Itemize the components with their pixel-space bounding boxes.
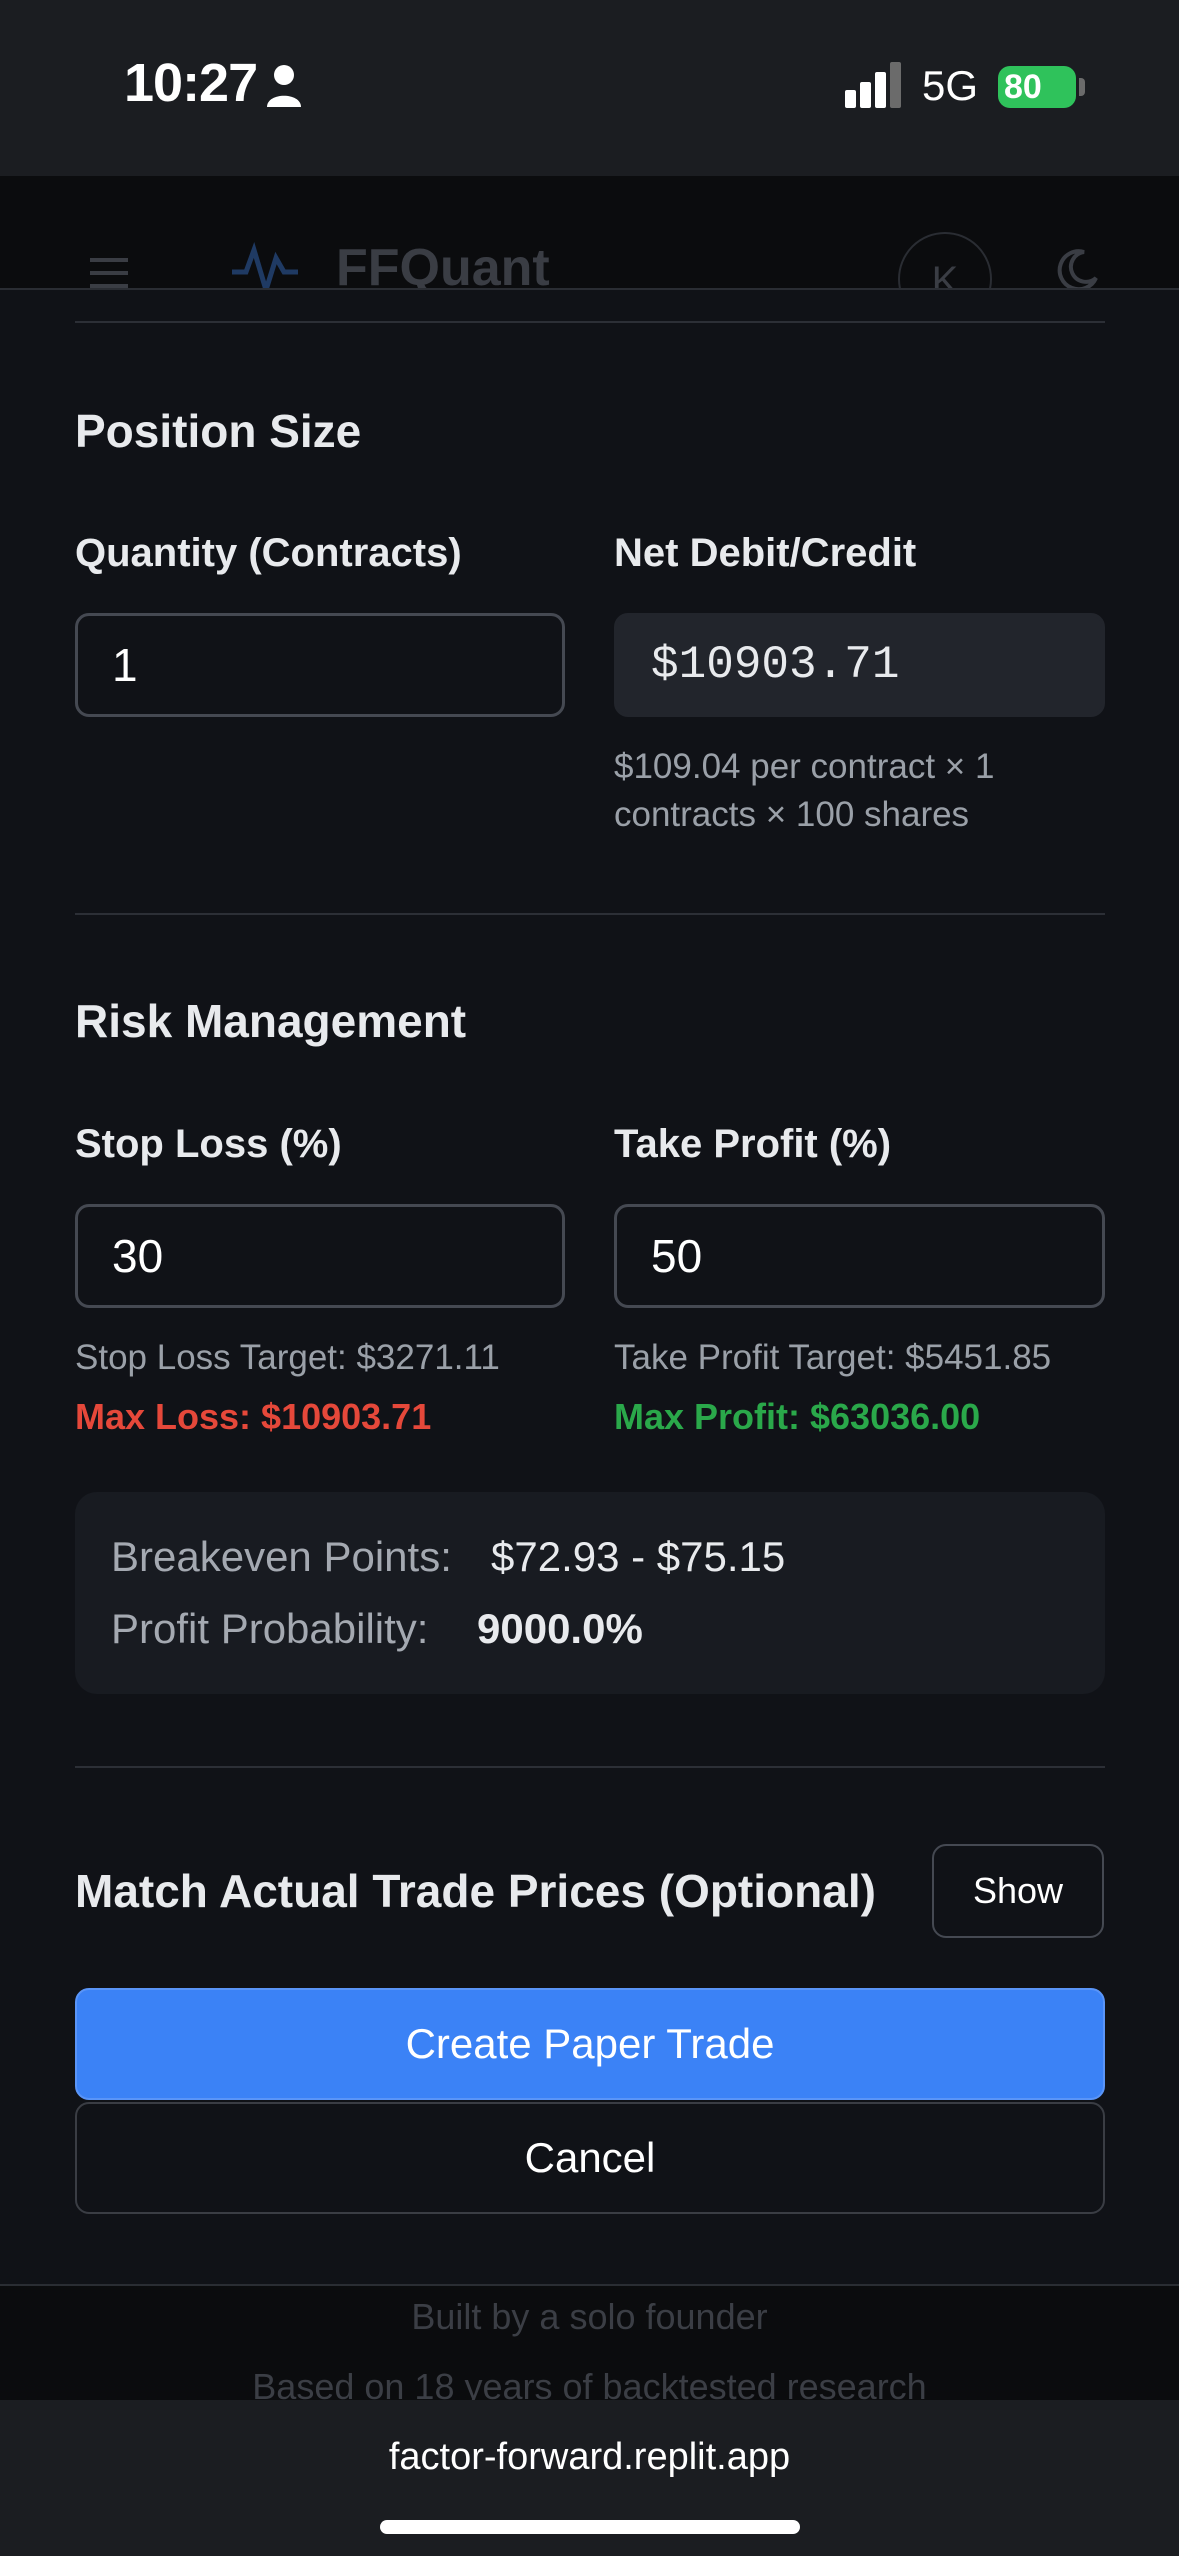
risk-management-title: Risk Management xyxy=(75,995,467,1047)
take-profit-target: Take Profit Target: $5451.85 xyxy=(614,1338,1052,1377)
probability-label: Profit Probability: xyxy=(111,1605,429,1652)
status-time: 10:27 xyxy=(124,53,258,113)
net-debit-help-line1: $109.04 per contract × 1 xyxy=(614,747,995,786)
stop-loss-target: Stop Loss Target: $3271.11 xyxy=(75,1338,500,1377)
match-prices-title: Match Actual Trade Prices (Optional) xyxy=(75,1865,876,1917)
take-profit-input[interactable] xyxy=(614,1204,1105,1308)
take-profit-label: Take Profit (%) xyxy=(614,1122,892,1166)
breakeven-label: Breakeven Points: xyxy=(111,1533,452,1580)
stop-loss-label: Stop Loss (%) xyxy=(75,1122,342,1166)
probability-value: 9000.0% xyxy=(477,1605,643,1652)
net-debit-help-line2: contracts × 100 shares xyxy=(614,795,970,834)
net-debit-field xyxy=(614,613,1105,717)
home-indicator[interactable] xyxy=(380,2520,800,2534)
battery-cap xyxy=(1079,78,1085,96)
footer-tagline: Built by a solo founder xyxy=(411,2296,768,2337)
net-debit-label: Net Debit/Credit xyxy=(614,531,917,575)
network-type: 5G xyxy=(922,62,979,109)
summary-box xyxy=(75,1492,1105,1694)
create-paper-trade-button[interactable]: Create Paper Trade xyxy=(75,1988,1105,2100)
divider xyxy=(75,1766,1105,1768)
menu-icon[interactable] xyxy=(90,258,128,288)
divider xyxy=(75,321,1105,323)
battery-level: 80 xyxy=(1004,68,1042,106)
show-button[interactable]: Show xyxy=(932,1844,1104,1938)
max-loss: Max Loss: $10903.71 xyxy=(75,1396,432,1437)
quantity-label: Quantity (Contracts) xyxy=(75,531,462,575)
url-bar[interactable]: factor-forward.replit.app xyxy=(0,2436,1179,2479)
divider xyxy=(75,913,1105,915)
stop-loss-input[interactable] xyxy=(75,1204,565,1308)
max-profit: Max Profit: $63036.00 xyxy=(614,1396,981,1437)
person-icon xyxy=(267,65,301,107)
cancel-button[interactable]: Cancel xyxy=(75,2102,1105,2214)
quantity-input[interactable] xyxy=(75,613,565,717)
breakeven-value: $72.93 - $75.15 xyxy=(491,1533,786,1580)
signal-icon xyxy=(845,62,901,108)
app-header xyxy=(0,176,1179,296)
position-size-title: Position Size xyxy=(75,405,362,457)
battery-icon: 80 xyxy=(998,66,1076,108)
